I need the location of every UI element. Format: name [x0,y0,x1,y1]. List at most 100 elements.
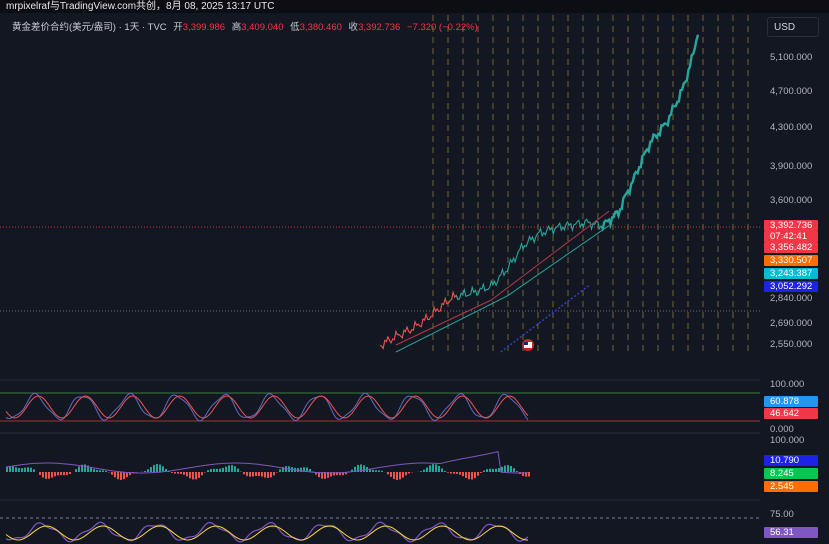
macd-histogram-bar [447,472,449,473]
macd-histogram-bar [504,465,506,472]
stoch-d-tag: 46.642 [764,408,818,419]
macd-histogram-bar [210,468,212,472]
blue-ma-line [500,284,591,353]
macd-histogram-bar [246,472,248,477]
macd-histogram-bar [207,470,209,472]
macd-histogram-bar [96,469,98,472]
macd-histogram-bar [441,468,443,472]
flag-icon [522,339,534,351]
macd-histogram-bar [114,472,116,478]
price-axis-label: 4,700.000 [770,86,813,97]
macd-histogram-bar [75,469,77,472]
macd-histogram-bar [261,472,263,477]
macd-hist-tag: 2.545 [764,481,818,492]
macd-histogram-bar [99,470,101,472]
macd-histogram-bar [213,468,215,472]
moving-average-line-2 [395,210,610,346]
price-axis-label: 4,300.000 [770,122,813,133]
macd-histogram-bar [120,472,122,480]
forecast-price-line [601,34,700,231]
macd-histogram-bar [117,472,119,480]
macd-histogram-bar [12,466,14,472]
macd-histogram-bar [18,467,20,472]
price-tag: 3,356.482 [764,242,818,253]
macd-histogram-bar [216,468,218,472]
macd-histogram-bar [390,472,392,477]
macd-histogram-bar [435,464,437,472]
macd-histogram-bar [57,472,59,476]
macd-histogram-bar [402,472,404,478]
macd-histogram-bar [225,466,227,472]
macd-axis-label: 100.000 [770,435,805,446]
macd-histogram-bar [198,472,200,478]
macd-histogram-bar [237,468,239,472]
macd-histogram-bar [471,472,473,480]
close-value: 3,392.736 [358,22,401,33]
symbol-name[interactable]: 黄金差价合约(美元/盎司) · 1天 · TVC [12,22,167,33]
price-axis-label: 2,690.000 [770,318,813,329]
price-tag: 3,392.736 [764,220,818,231]
price-axis-label: 5,100.000 [770,52,813,63]
dotted-levels [0,226,762,312]
change-value: −7.320 (−0.22%) [406,22,478,33]
macd-histogram-bar [252,472,254,477]
macd-histogram-bar [189,472,191,479]
open-label: 开 [173,22,183,33]
macd-histogram-bar [375,470,377,472]
low-label: 低 [290,22,300,33]
macd-histogram-bar [153,465,155,472]
price-axis-label: 2,550.000 [770,339,813,350]
macd-histogram-bar [42,472,44,478]
stoch-k-tag: 60.878 [764,396,818,407]
macd-histogram-bar [393,472,395,480]
macd-histogram-bar [492,468,494,472]
price-axis-label: 3,600.000 [770,195,813,206]
macd-histogram-bar [228,465,230,472]
macd-histogram-bar [150,467,152,472]
price-tag: 3,330.507 [764,255,818,266]
macd-histogram-bar [510,465,512,472]
macd-histogram-bar [270,472,272,478]
macd-histogram-bar [15,467,17,472]
macd-histogram-bar [516,471,518,472]
rsi-axis-label: 75.00 [770,509,794,520]
rsi-line [5,521,529,543]
macd-histogram-bar [21,468,23,472]
macd-histogram-bar [171,472,173,473]
price-tag: 07:42:41 [764,231,818,242]
macd-histogram-bar [528,472,530,477]
macd-histogram-bar [480,472,482,473]
price-axis-label: 2,840.000 [770,293,813,304]
macd-histogram-bar [363,465,365,472]
macd-histogram-bar [39,472,41,475]
macd-histogram-bar [105,470,107,472]
macd-histogram-bar [243,472,245,475]
currency-button[interactable]: USD [767,17,819,37]
stoch-k-line [5,392,529,422]
macd-histogram-bar [147,469,149,472]
open-value: 3,399.986 [182,22,226,33]
macd-histogram-bar [174,472,176,474]
macd-histogram-bar [195,472,197,480]
macd-histogram-bar [6,466,8,472]
rsi-signal-line [5,525,528,541]
macd-histogram-bar [267,472,269,478]
macd-histogram-bar [450,472,452,474]
macd-histogram-bar [273,472,275,476]
price-tag: 3,052.292 [764,281,818,292]
macd-histogram-bar [408,472,410,474]
price-tag: 3,243.387 [764,268,818,279]
macd-histogram-bar [423,469,425,472]
macd-histogram-bar [249,472,251,477]
macd-histogram-bar [123,472,125,480]
historical-price-line-teal [455,218,610,301]
macd-histogram-bar [507,465,509,472]
macd-histogram-bar [258,472,260,476]
macd-histogram-bar [102,470,104,472]
stoch-axis-label: 0.000 [770,424,794,435]
macd-histogram-bar [33,469,35,472]
macd-histogram-bar [177,472,179,474]
macd-histogram-bar [222,467,224,472]
macd-histogram-bar [111,472,113,475]
macd-histogram-bar [387,472,389,475]
